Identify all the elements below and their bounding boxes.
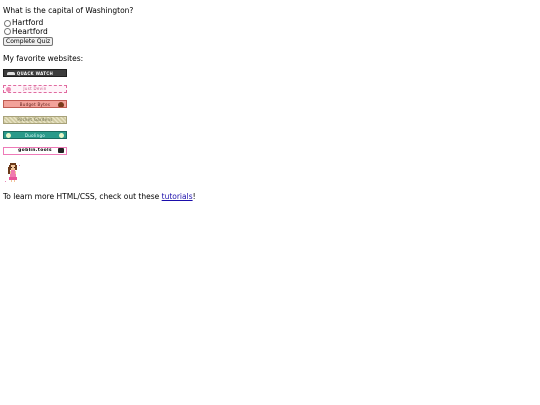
tutorials-link[interactable]: tutorials xyxy=(162,192,193,201)
radio-heartford[interactable] xyxy=(4,28,11,36)
badge-label: QUACK WATCH xyxy=(16,70,54,76)
favorites-list: QUACK WATCH Just Devin Budget Bytes Pock… xyxy=(3,69,533,155)
badge-label: Duolingo xyxy=(24,132,46,138)
quiz-option-hartford[interactable]: Hartford xyxy=(3,18,533,28)
page-content: What is the capital of Washington? Hartf… xyxy=(3,6,533,202)
goblin-icon xyxy=(58,148,64,153)
footer-line: To learn more HTML/CSS, check out these … xyxy=(3,192,533,202)
badge-duolingo[interactable]: Duolingo xyxy=(3,131,67,139)
badge-quack-watch[interactable]: QUACK WATCH xyxy=(3,69,67,77)
leaf-icon xyxy=(6,133,11,138)
favorites-heading: My favorite websites: xyxy=(3,54,84,63)
badge-label: Just Devin xyxy=(23,86,47,91)
complete-quiz-button[interactable]: Complete Quiz xyxy=(3,37,54,46)
quiz-question: What is the capital of Washington? xyxy=(3,6,134,15)
pixel-girl-icon xyxy=(3,162,23,184)
footer-text: To learn more HTML/CSS, check out these xyxy=(3,191,162,201)
quiz-option-heartford[interactable]: Heartford xyxy=(3,26,533,37)
badge-label: Pocket Gardens xyxy=(17,117,53,122)
badge-label: Budget Bytes xyxy=(19,101,51,107)
duck-icon xyxy=(7,72,15,75)
badge-budget-bytes[interactable]: Budget Bytes xyxy=(3,100,67,108)
flower-icon xyxy=(6,86,11,92)
badge-goblin-tools[interactable]: goblin.tools xyxy=(3,146,67,155)
face-icon xyxy=(58,101,64,107)
badge-label: goblin.tools xyxy=(18,148,52,153)
leaf-icon xyxy=(59,133,64,138)
option-label: Heartford xyxy=(12,26,48,36)
badge-pocket-gardens[interactable]: Pocket Gardens xyxy=(3,115,67,124)
footer-suffix: ! xyxy=(192,191,196,201)
radio-hartford[interactable] xyxy=(4,19,11,27)
badge-just-devin[interactable]: Just Devin xyxy=(3,84,67,93)
